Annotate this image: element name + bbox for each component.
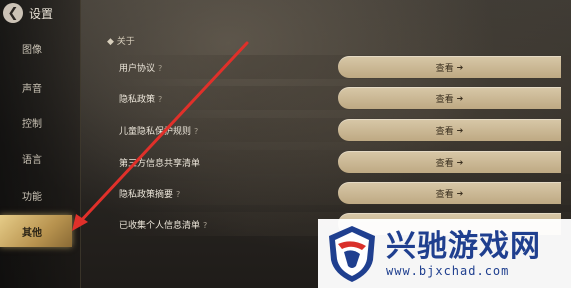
view-button[interactable]: 查看 ➔ xyxy=(338,182,561,204)
list-item-privacy-summary: 隐私政策摘要? 查看 ➔ xyxy=(110,181,571,205)
help-icon[interactable]: ? xyxy=(194,127,198,136)
help-icon[interactable]: ? xyxy=(176,190,180,199)
help-icon[interactable]: ? xyxy=(158,64,162,73)
row-label: 第三方信息共享清单 xyxy=(119,158,201,169)
row-label: 用户协议 xyxy=(119,63,156,74)
list-item-privacy-policy: 隐私政策? 查看 ➔ xyxy=(110,86,571,110)
section-about-label: ◆ 关于 xyxy=(107,37,135,47)
help-icon[interactable]: ? xyxy=(203,221,207,230)
view-button[interactable]: 查看 ➔ xyxy=(338,87,561,109)
site-watermark: 兴驰游戏网 www.bjxchad.com xyxy=(318,219,571,288)
list-item-user-agreement: 用户协议? 查看 ➔ xyxy=(110,55,571,79)
sidebar-item-controls[interactable]: 控制 xyxy=(0,107,80,137)
page-title: 设置 xyxy=(29,6,54,21)
row-label: 隐私政策 xyxy=(119,94,156,105)
arrow-right-icon: ➔ xyxy=(456,62,464,72)
sidebar-item-features[interactable]: 功能 xyxy=(0,180,80,210)
arrow-right-icon: ➔ xyxy=(456,125,464,135)
settings-sidebar: ❮ 设置 图像 声音 控制 语言 功能 其他 xyxy=(0,0,81,288)
settings-header: ❮ 设置 xyxy=(0,0,53,26)
sidebar-item-graphics[interactable]: 图像 xyxy=(0,33,80,63)
view-button[interactable]: 查看 ➔ xyxy=(338,56,561,78)
arrow-right-icon: ➔ xyxy=(456,93,464,103)
watermark-url: www.bjxchad.com xyxy=(386,263,510,278)
arrow-right-icon: ➔ xyxy=(456,157,464,167)
list-item-child-privacy: 儿童隐私保护规则? 查看 ➔ xyxy=(110,118,571,142)
list-item-third-party-sharing: 第三方信息共享清单 查看 ➔ xyxy=(110,150,571,174)
arrow-right-icon: ➔ xyxy=(456,188,464,198)
sidebar-item-other[interactable]: 其他 xyxy=(0,215,72,247)
back-arrow-icon[interactable]: ❮ xyxy=(3,3,23,23)
row-label: 已收集个人信息清单 xyxy=(119,220,201,231)
shield-logo-icon xyxy=(329,225,375,282)
view-button[interactable]: 查看 ➔ xyxy=(338,119,561,141)
view-button[interactable]: 查看 ➔ xyxy=(338,151,561,173)
sidebar-item-sound[interactable]: 声音 xyxy=(0,72,80,102)
help-icon[interactable]: ? xyxy=(158,95,162,104)
row-label: 儿童隐私保护规则 xyxy=(119,126,192,137)
watermark-title: 兴驰游戏网 xyxy=(386,228,541,264)
row-label: 隐私政策摘要 xyxy=(119,189,174,200)
sidebar-item-language[interactable]: 语言 xyxy=(0,143,80,173)
